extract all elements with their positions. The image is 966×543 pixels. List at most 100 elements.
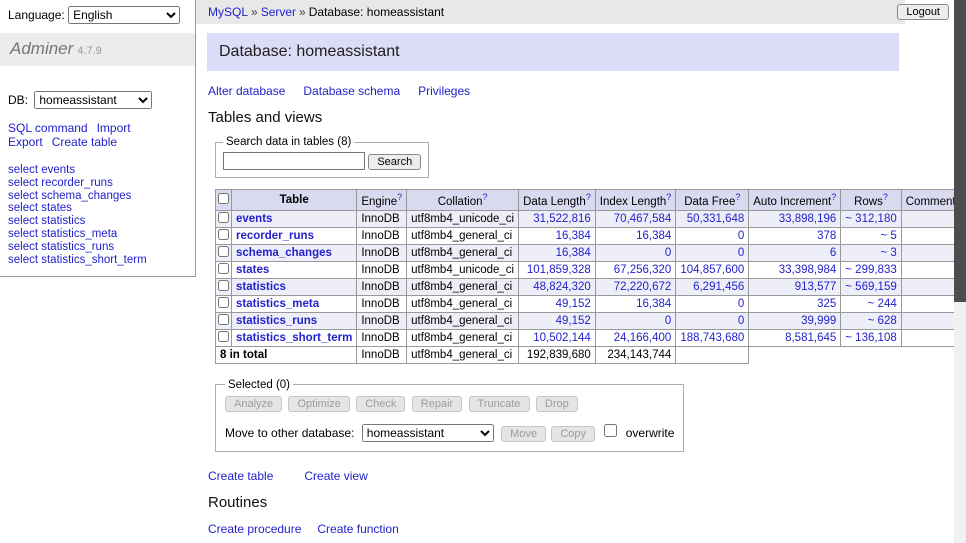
sidebar-select-statistics-runs-link[interactable]: select statistics_runs [8,241,114,253]
data-length-link[interactable]: 16,384 [556,247,591,259]
analyze-button[interactable]: Analyze [225,396,282,412]
create-table-link-sidebar[interactable]: Create table [52,135,117,149]
auto-increment-link[interactable]: 39,999 [801,315,836,327]
rows-link[interactable]: ~ 136,108 [845,332,896,344]
row-checkbox[interactable] [218,246,229,257]
rows-link[interactable]: ~ 569,159 [845,281,896,293]
page-scrollbar[interactable] [954,0,966,543]
row-checkbox[interactable] [218,212,229,223]
row-checkbox[interactable] [218,331,229,342]
create-function-link[interactable]: Create function [317,522,398,536]
privileges-link[interactable]: Privileges [418,84,470,98]
row-checkbox[interactable] [218,297,229,308]
breadcrumb-server-link[interactable]: Server [261,5,296,19]
help-icon[interactable]: ? [666,192,671,202]
rows-link[interactable]: ~ 628 [868,315,897,327]
create-view-link[interactable]: Create view [304,469,367,483]
auto-increment-link[interactable]: 8,581,645 [785,332,836,344]
data-length-link[interactable]: 49,152 [556,315,591,327]
scrollbar-thumb[interactable] [954,0,966,302]
db-select[interactable]: homeassistant [34,91,152,109]
index-length-link[interactable]: 70,467,584 [614,213,672,225]
data-free-link[interactable]: 6,291,456 [693,281,744,293]
truncate-button[interactable]: Truncate [469,396,530,412]
search-button[interactable]: Search [368,154,421,170]
repair-button[interactable]: Repair [412,396,462,412]
check-button[interactable]: Check [356,396,405,412]
data-length-link[interactable]: 16,384 [556,230,591,242]
sidebar-select-statistics-meta-link[interactable]: select statistics_meta [8,228,117,240]
index-length-link[interactable]: 16,384 [636,230,671,242]
overwrite-checkbox[interactable] [604,424,617,437]
rows-link[interactable]: ~ 312,180 [845,213,896,225]
help-icon[interactable]: ? [482,192,487,202]
data-free-link[interactable]: 188,743,680 [680,332,744,344]
table-name-link[interactable]: statistics_runs [236,315,317,327]
data-length-link[interactable]: 49,152 [556,298,591,310]
drop-button[interactable]: Drop [536,396,578,412]
data-free-link[interactable]: 50,331,648 [687,213,745,225]
create-table-link[interactable]: Create table [208,469,273,483]
import-link[interactable]: Import [97,121,131,135]
auto-increment-link[interactable]: 33,898,196 [779,213,837,225]
help-icon[interactable]: ? [883,192,888,202]
data-free-link[interactable]: 0 [738,315,744,327]
row-checkbox[interactable] [218,263,229,274]
index-length-link[interactable]: 16,384 [636,298,671,310]
search-input[interactable] [223,152,365,170]
database-schema-link[interactable]: Database schema [303,84,400,98]
row-checkbox[interactable] [218,229,229,240]
copy-button[interactable]: Copy [551,426,595,442]
data-length-link[interactable]: 10,502,144 [533,332,591,344]
auto-increment-link[interactable]: 913,577 [795,281,837,293]
export-link[interactable]: Export [8,135,43,149]
rows-link[interactable]: ~ 299,833 [845,264,896,276]
rows-link[interactable]: ~ 3 [880,247,896,259]
sidebar-select-statistics-link[interactable]: select statistics [8,215,85,227]
help-icon[interactable]: ? [397,192,402,202]
index-length-link[interactable]: 0 [665,315,671,327]
row-checkbox[interactable] [218,280,229,291]
table-name-link[interactable]: recorder_runs [236,230,314,242]
rows-link[interactable]: ~ 244 [868,298,897,310]
help-icon[interactable]: ? [831,192,836,202]
create-procedure-link[interactable]: Create procedure [208,522,301,536]
index-length-link[interactable]: 67,256,320 [614,264,672,276]
logout-button[interactable]: Logout [897,4,949,20]
sidebar-select-statistics-short-term-link[interactable]: select statistics_short_term [8,254,147,266]
data-free-link[interactable]: 0 [738,298,744,310]
table-name-link[interactable]: states [236,264,269,276]
index-length-link[interactable]: 24,166,400 [614,332,672,344]
auto-increment-link[interactable]: 378 [817,230,836,242]
select-all-checkbox[interactable] [218,193,229,204]
data-free-link[interactable]: 104,857,600 [680,264,744,276]
rows-link[interactable]: ~ 5 [880,230,896,242]
data-length-link[interactable]: 48,824,320 [533,281,591,293]
table-name-link[interactable]: statistics_meta [236,298,319,310]
auto-increment-link[interactable]: 325 [817,298,836,310]
auto-increment-link[interactable]: 6 [830,247,836,259]
sql-command-link[interactable]: SQL command [8,121,88,135]
breadcrumb-mysql-link[interactable]: MySQL [208,5,248,19]
sidebar-select-states-link[interactable]: select states [8,202,72,214]
move-button[interactable]: Move [501,426,546,442]
data-length-link[interactable]: 101,859,328 [527,264,591,276]
sidebar-select-schema-changes-link[interactable]: select schema_changes [8,190,131,202]
index-length-link[interactable]: 0 [665,247,671,259]
sidebar-select-events-link[interactable]: select events [8,164,75,176]
row-checkbox[interactable] [218,314,229,325]
table-name-link[interactable]: statistics_short_term [236,332,352,344]
table-name-link[interactable]: statistics [236,281,286,293]
help-icon[interactable]: ? [586,192,591,202]
optimize-button[interactable]: Optimize [288,396,349,412]
language-select[interactable]: English [68,6,180,24]
help-icon[interactable]: ? [735,192,740,202]
alter-database-link[interactable]: Alter database [208,84,285,98]
data-free-link[interactable]: 0 [738,230,744,242]
data-length-link[interactable]: 31,522,816 [533,213,591,225]
data-free-link[interactable]: 0 [738,247,744,259]
auto-increment-link[interactable]: 33,398,984 [779,264,837,276]
table-name-link[interactable]: schema_changes [236,247,332,259]
table-name-link[interactable]: events [236,213,272,225]
sidebar-select-recorder-runs-link[interactable]: select recorder_runs [8,177,113,189]
